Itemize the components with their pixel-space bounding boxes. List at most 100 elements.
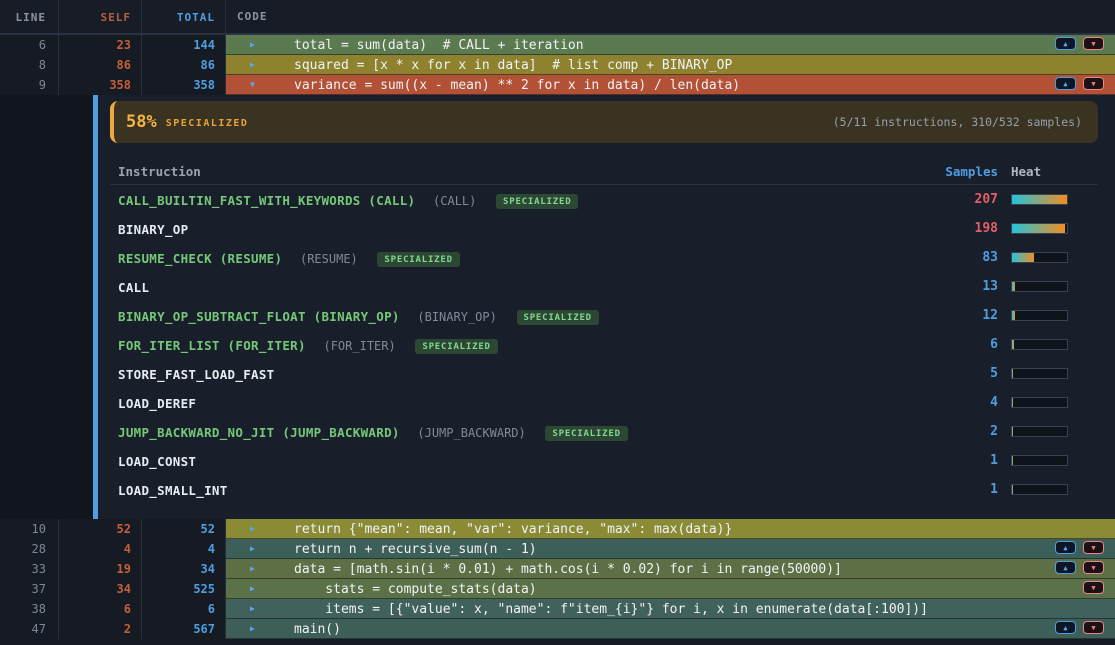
- column-header-self: SELF: [59, 0, 142, 33]
- heat-bar-fill: [1012, 398, 1013, 407]
- code-cell[interactable]: ▶ return n + recursive_sum(n - 1) ▲ ▼: [226, 539, 1115, 559]
- jump-up-button[interactable]: ▲: [1055, 561, 1076, 574]
- total-samples: 52: [142, 519, 226, 539]
- heat-cell: [998, 223, 1098, 234]
- instruction-name: BINARY_OP_SUBTRACT_FLOAT (BINARY_OP): [118, 309, 400, 324]
- instruction-table-header: Instruction Samples Heat: [110, 159, 1098, 185]
- heat-cell: [998, 252, 1098, 263]
- expand-caret-icon[interactable]: ▶: [250, 599, 255, 619]
- heat-bar: [1011, 426, 1068, 437]
- self-samples: 23: [59, 35, 142, 55]
- column-header-line: LINE: [0, 0, 59, 33]
- heat-bar-fill: [1012, 224, 1065, 233]
- row-nav-buttons: ▲ ▼: [1055, 561, 1104, 574]
- code-line-row: 9 358 358 ▼ variance = sum((x - mean) **…: [0, 75, 1115, 95]
- code-cell[interactable]: ▶ return {"mean": mean, "var": variance,…: [226, 519, 1115, 539]
- heat-cell: [998, 368, 1098, 379]
- total-samples: 567: [142, 619, 226, 639]
- heat-bar: [1011, 310, 1068, 321]
- expand-caret-icon[interactable]: ▶: [250, 579, 255, 599]
- expand-caret-icon[interactable]: ▶: [250, 35, 255, 55]
- code-cell[interactable]: ▶ total = sum(data) # CALL + iteration ▲…: [226, 35, 1115, 55]
- down-arrow-icon: ▼: [1091, 544, 1095, 552]
- code-cell[interactable]: ▼ variance = sum((x - mean) ** 2 for x i…: [226, 75, 1115, 95]
- row-nav-buttons: ▲ ▼: [1055, 37, 1104, 50]
- code-cell[interactable]: ▶ stats = compute_stats(data) ▼: [226, 579, 1115, 599]
- instruction-sample-count: 1: [918, 453, 998, 468]
- expand-caret-icon[interactable]: ▶: [250, 519, 255, 539]
- expand-caret-icon[interactable]: ▶: [250, 619, 255, 639]
- jump-up-button[interactable]: ▲: [1055, 621, 1076, 634]
- specialization-banner: 58% SPECIALIZED (5/11 instructions, 310/…: [110, 101, 1098, 143]
- total-samples: 34: [142, 559, 226, 579]
- base-instruction-name: (FOR_ITER): [323, 339, 395, 353]
- instruction-row: LOAD_DEREF 4: [110, 388, 1098, 417]
- column-header-samples: Samples: [918, 164, 998, 179]
- total-samples: 358: [142, 75, 226, 95]
- heat-bar-fill: [1012, 195, 1067, 204]
- code-cell[interactable]: ▶ items = [{"value": x, "name": f"item_{…: [226, 599, 1115, 619]
- specialized-badge: SPECIALIZED: [545, 426, 627, 441]
- specialized-label: SPECIALIZED: [166, 118, 249, 129]
- base-instruction-name: (RESUME): [300, 252, 358, 266]
- heat-bar: [1011, 397, 1068, 408]
- instruction-name: JUMP_BACKWARD_NO_JIT (JUMP_BACKWARD): [118, 425, 400, 440]
- instruction-sample-count: 1: [918, 482, 998, 497]
- self-samples: 6: [59, 599, 142, 619]
- heat-bar: [1011, 368, 1068, 379]
- jump-down-button[interactable]: ▼: [1083, 581, 1104, 594]
- up-arrow-icon: ▲: [1063, 40, 1067, 48]
- jump-up-button[interactable]: ▲: [1055, 77, 1076, 90]
- code-line-row: 33 19 34 ▶ data = [math.sin(i * 0.01) + …: [0, 559, 1115, 579]
- line-number: 8: [0, 55, 59, 75]
- self-samples: 358: [59, 75, 142, 95]
- instruction-name-cell: LOAD_SMALL_INT: [118, 480, 918, 499]
- instruction-sample-count: 198: [918, 221, 998, 236]
- instruction-name: LOAD_DEREF: [118, 396, 196, 411]
- total-samples: 525: [142, 579, 226, 599]
- heat-cell: [998, 426, 1098, 437]
- code-cell[interactable]: ▶ squared = [x * x for x in data] # list…: [226, 55, 1115, 75]
- specialized-badge: SPECIALIZED: [496, 194, 578, 209]
- instruction-row: STORE_FAST_LOAD_FAST 5: [110, 359, 1098, 388]
- up-arrow-icon: ▲: [1063, 544, 1067, 552]
- jump-up-button[interactable]: ▲: [1055, 541, 1076, 554]
- instruction-name-cell: FOR_ITER_LIST (FOR_ITER) (FOR_ITER) SPEC…: [118, 335, 918, 354]
- instruction-name-cell: RESUME_CHECK (RESUME) (RESUME) SPECIALIZ…: [118, 248, 918, 267]
- jump-up-button[interactable]: ▲: [1055, 37, 1076, 50]
- heat-bar: [1011, 194, 1068, 205]
- expand-caret-icon[interactable]: ▼: [250, 75, 255, 95]
- instruction-name-cell: JUMP_BACKWARD_NO_JIT (JUMP_BACKWARD) (JU…: [118, 422, 918, 441]
- jump-down-button[interactable]: ▼: [1083, 561, 1104, 574]
- instruction-row: CALL_BUILTIN_FAST_WITH_KEYWORDS (CALL) (…: [110, 185, 1098, 214]
- line-number: 33: [0, 559, 59, 579]
- down-arrow-icon: ▼: [1091, 40, 1095, 48]
- heat-bar: [1011, 339, 1068, 350]
- expand-caret-icon[interactable]: ▶: [250, 55, 255, 75]
- instruction-row: BINARY_OP_SUBTRACT_FLOAT (BINARY_OP) (BI…: [110, 301, 1098, 330]
- expand-caret-icon[interactable]: ▶: [250, 559, 255, 579]
- line-number: 37: [0, 579, 59, 599]
- instruction-sample-count: 4: [918, 395, 998, 410]
- total-samples: 6: [142, 599, 226, 619]
- instruction-row: CALL 13: [110, 272, 1098, 301]
- row-nav-buttons: ▲ ▼: [1055, 621, 1104, 634]
- jump-down-button[interactable]: ▼: [1083, 541, 1104, 554]
- instruction-name: FOR_ITER_LIST (FOR_ITER): [118, 338, 306, 353]
- code-cell[interactable]: ▶ main() ▲ ▼: [226, 619, 1115, 639]
- code-line-row: 6 23 144 ▶ total = sum(data) # CALL + it…: [0, 35, 1115, 55]
- down-arrow-icon: ▼: [1091, 584, 1095, 592]
- detail-panel: 58% SPECIALIZED (5/11 instructions, 310/…: [0, 95, 1115, 519]
- instruction-row: RESUME_CHECK (RESUME) (RESUME) SPECIALIZ…: [110, 243, 1098, 272]
- instruction-sample-count: 6: [918, 337, 998, 352]
- code-cell[interactable]: ▶ data = [math.sin(i * 0.01) + math.cos(…: [226, 559, 1115, 579]
- jump-down-button[interactable]: ▼: [1083, 621, 1104, 634]
- code-text: main(): [294, 622, 341, 637]
- total-samples: 144: [142, 35, 226, 55]
- code-line-row: 38 6 6 ▶ items = [{"value": x, "name": f…: [0, 599, 1115, 619]
- hot-lines-bottom: 10 52 52 ▶ return {"mean": mean, "var": …: [0, 519, 1115, 639]
- jump-down-button[interactable]: ▼: [1083, 77, 1104, 90]
- code-text: data = [math.sin(i * 0.01) + math.cos(i …: [294, 562, 842, 577]
- expand-caret-icon[interactable]: ▶: [250, 539, 255, 559]
- jump-down-button[interactable]: ▼: [1083, 37, 1104, 50]
